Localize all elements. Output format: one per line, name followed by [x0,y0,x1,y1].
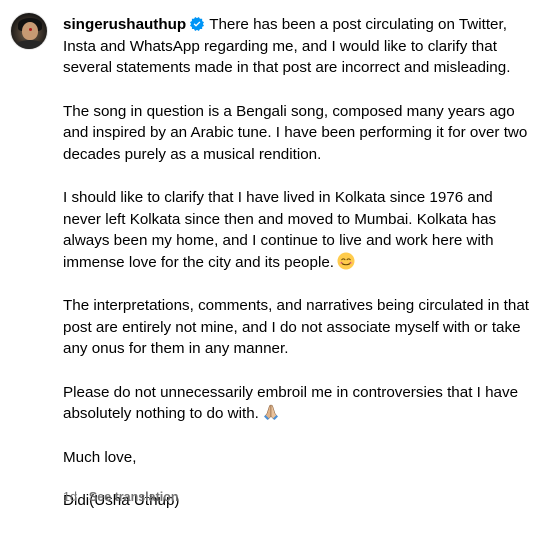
folded-hands-icon [263,404,278,420]
comment-footer: 1d See translation [63,490,179,504]
username-link[interactable]: singerushauthup [63,16,186,33]
comment-paragraph-5-text: Please do not unnecessarily embroil me i… [63,383,519,423]
see-translation-link[interactable]: See translation [89,490,179,504]
verified-badge-icon [190,17,205,31]
comment-paragraph-5: Please do not unnecessarily embroil me i… [63,382,533,425]
comment-paragraph-6: Much love, [63,448,137,466]
avatar-bindi-shape [29,28,32,31]
comment-paragraph-4: The interpretations, comments, and narra… [63,297,529,357]
avatar-face-shape [22,22,38,40]
avatar[interactable] [10,12,48,50]
smiling-face-icon [337,252,355,269]
instagram-comment: singerushauthup There has been a post cir… [0,0,542,518]
avatar-body-shape [15,40,45,49]
comment-paragraph-1: singerushauthup There has been a post cir… [63,14,533,79]
timestamp[interactable]: 1d [63,490,77,504]
comment-paragraph-3: I should like to clarify that I have liv… [63,187,533,273]
comment-body: singerushauthup There has been a post cir… [63,14,533,534]
comment-paragraph-2: The song in question is a Bengali song, … [63,102,528,163]
comment-paragraph-3-text: I should like to clarify that I have liv… [63,189,497,271]
